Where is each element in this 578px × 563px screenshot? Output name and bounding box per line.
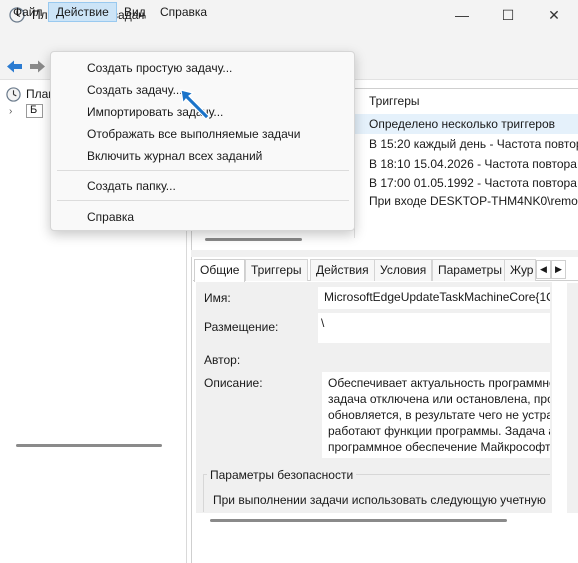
trigger-cell[interactable]: При входе DESKTOP-THM4NK0\remontk [362,191,578,211]
list-horizontal-scrollbar[interactable] [205,238,302,241]
tab-scroll-right-button[interactable]: ▶ [551,260,566,279]
menu-file[interactable]: Файл [5,2,51,22]
location-field[interactable]: \ [318,313,550,343]
menu-view[interactable]: Вид [116,2,154,22]
menu-help-item[interactable]: Справка [87,210,134,224]
menu-create-basic-task[interactable]: Создать простую задачу... [87,61,232,75]
maximize-button[interactable]: ☐ [485,0,531,30]
tab-conditions[interactable]: Условия [374,259,433,281]
tab-settings[interactable]: Параметры [432,259,508,281]
menu-enable-all-history[interactable]: Включить журнал всех заданий [87,149,262,163]
close-button[interactable]: ✕ [531,0,577,30]
description-line: программное обеспечение Майкрософт [328,440,550,454]
tree-horizontal-scrollbar[interactable] [16,444,162,447]
trigger-cell[interactable]: В 17:00 01.05.1992 - Частота повтора пос… [362,173,578,193]
trigger-cell[interactable]: В 18:10 15.04.2026 - Частота повтора пос… [362,154,578,174]
description-field[interactable]: Обеспечивает актуальность программно зад… [322,372,550,458]
menu-action[interactable]: Действие [48,2,117,22]
name-label: Имя: [204,291,231,305]
back-arrow-icon[interactable] [6,59,24,74]
author-label: Автор: [204,353,241,367]
forward-arrow-icon[interactable] [28,59,46,74]
detail-vertical-scrollbar[interactable] [567,283,578,513]
menu-display-running-tasks[interactable]: Отображать все выполняемые задачи [87,127,301,141]
arrow-pointer-icon [180,89,210,120]
menu-new-folder[interactable]: Создать папку... [87,179,176,193]
tab-triggers[interactable]: Триггеры [245,259,308,281]
menu-help[interactable]: Справка [152,2,215,22]
tab-history[interactable]: Жур [504,259,536,281]
tab-general[interactable]: Общие [194,259,246,282]
action-menu: Создать простую задачу... Создать задачу… [50,51,355,231]
tab-actions[interactable]: Действия [310,259,375,281]
security-group-title: Параметры безопасности [207,468,357,482]
tab-scroll-left-button[interactable]: ◀ [536,260,551,279]
location-label: Размещение: [204,320,279,334]
clock-icon [6,87,21,102]
name-field[interactable]: MicrosoftEdgeUpdateTaskMachineCore{1C [318,287,550,309]
triggers-column-header[interactable]: Триггеры [369,94,420,108]
security-account-text: При выполнении задачи использовать следу… [213,493,546,507]
minimize-button[interactable]: — [439,0,485,30]
description-label: Описание: [204,376,263,390]
trigger-cell[interactable]: В 15:20 каждый день - Частота повтора п [362,134,578,154]
menu-create-task[interactable]: Создать задачу... [87,83,183,97]
trigger-cell[interactable]: Определено несколько триггеров [362,114,578,134]
menu-bar [0,30,578,53]
detail-horizontal-scrollbar[interactable] [210,519,507,522]
menu-separator [57,200,349,201]
tree-child-label[interactable]: Б [30,104,37,116]
menu-separator [57,170,349,171]
chevron-right-icon[interactable]: › [9,106,12,117]
